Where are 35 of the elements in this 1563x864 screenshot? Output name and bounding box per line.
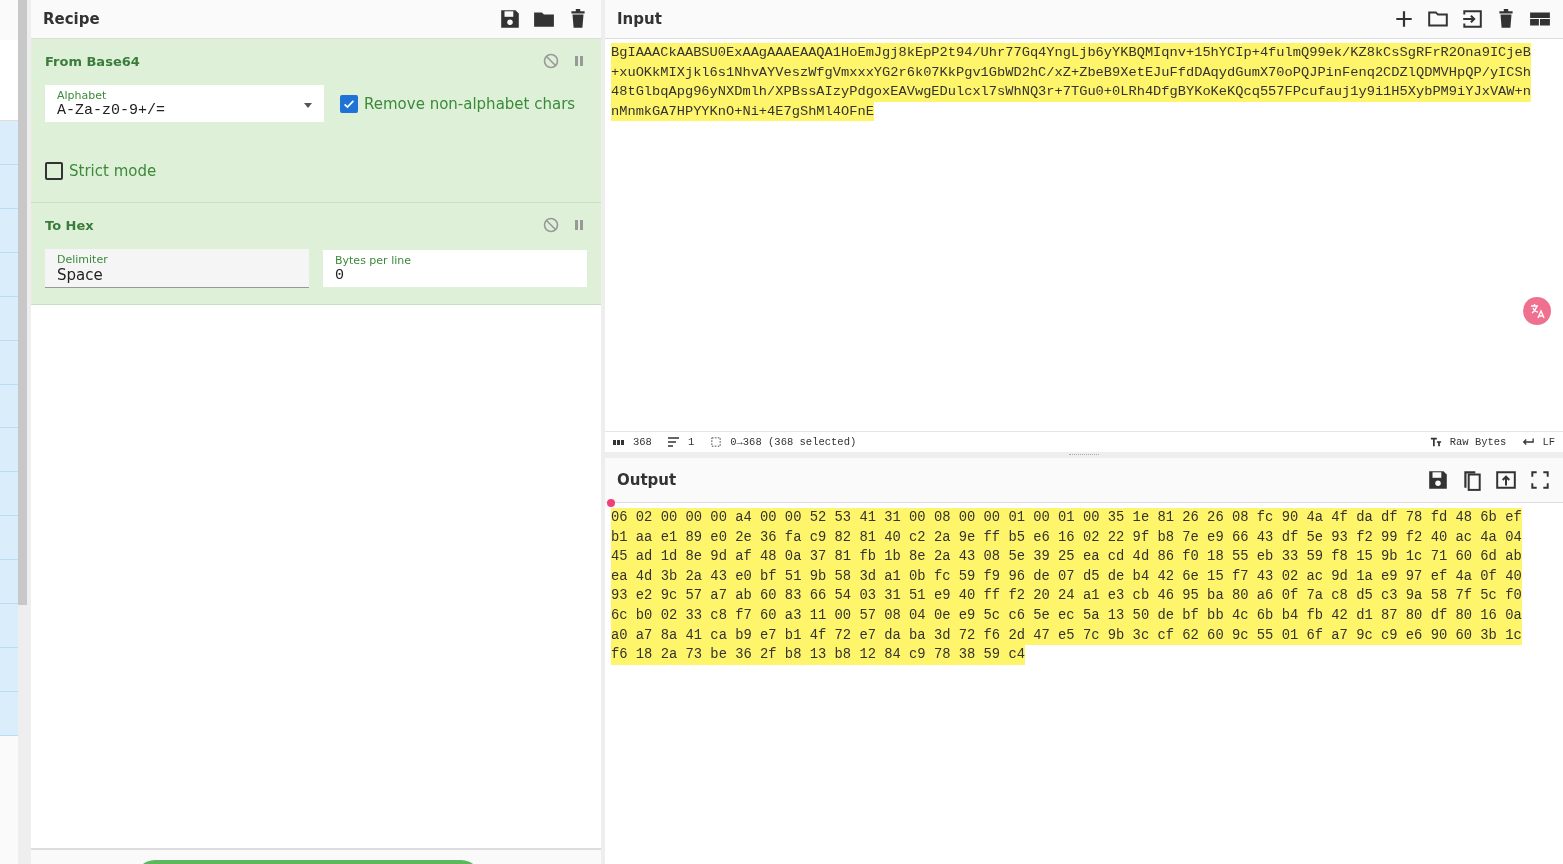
checkbox-label: Remove non-alphabet chars: [364, 94, 576, 113]
folder-icon[interactable]: [1427, 8, 1449, 30]
add-icon[interactable]: [1393, 8, 1415, 30]
scrollbar[interactable]: [18, 0, 27, 605]
import-icon[interactable]: [1461, 8, 1483, 30]
length-icon: [613, 439, 625, 445]
operation-title: From Base64: [45, 53, 140, 69]
copy-icon[interactable]: [1461, 469, 1483, 491]
operation-title: To Hex: [45, 217, 94, 233]
recipe-title: Recipe: [43, 10, 100, 28]
selection-icon: [710, 437, 723, 447]
checkbox-label: Strict mode: [69, 162, 157, 180]
encoding-label[interactable]: Raw Bytes: [1449, 436, 1507, 448]
output-text: 06 02 00 00 00 a4 00 00 52 53 41 31 00 08 00 00 01 00 01 00 35 1e 81 26 26 08 fc 90 4a 4f da df 78 fd 48 6b ef b1 aa e1 89 e0 2e 36 fa c9 82 81 40 c2 2a 9e ff b5 e6 16 02 22 9f b8 7e e9 66 43 df 5e 93 f2 99 f2 40 ac 4a 04 45 ad 1d 8e 9d af 48 0a 37 81 fb 1b 8e 2a 43 08 5e 39 25 ea cd 4d 86 f0 18 55 eb 33 59 f8 15 9b 1c 71 60 6d ab ea 4d 3b 2a 43 e0 bf 51 9b 58 3d a1 0b fc 59 f9 96 de 07 d5 de b4 42 6e 15 f7 43 02 ac 9d 1a e9 97 ef 4a 0f 40 93 e2 9c 57 a7 ab 60 83 66 54 03 31 51 e9 40 ff f2 20 24 a1 e3 cb 46 95 ba 80 a6 0f 7a c8 d5 c3 9a 58 7f 5c f0 6c b0 02 33 c8 f7 60 a3 11 00 57 08 04 0e e9 5c c6 5e ec 5a 13 50 de bf bb 4c 6b b4 fb 42 d1 87 80 df 80 16 0a a0 a7 8a 41 ca b9 e7 b1 4f 72 e7 da ba 3d 72 f6 2d 47 e5 7c 9b 3c cf 62 60 9c 55 01 6f a7 9c c9 e6 90 60 3b 1c f6 18 2a 73 be 36 2f b8 13 b8 12 84 c9 78 38 59 c4: [611, 508, 1523, 665]
output-title: Output: [617, 471, 677, 489]
alphabet-select[interactable]: Alphabet A-Za-z0-9+/=: [45, 85, 324, 122]
number-field[interactable]: Bytes per line 0: [323, 250, 587, 287]
lines-icon: [667, 437, 680, 447]
checkbox[interactable]: [340, 94, 358, 113]
delimiter-field[interactable]: Delimiter Space: [45, 249, 309, 288]
line-count: 1: [687, 436, 695, 448]
length-count: 368: [633, 436, 652, 448]
font-icon: [1429, 437, 1442, 447]
input-title: Input: [617, 10, 662, 28]
checkbox[interactable]: [45, 162, 63, 180]
selection-range: 0→368 (368 selected): [730, 436, 857, 448]
save-icon[interactable]: [1427, 469, 1449, 491]
translate-icon[interactable]: [1523, 297, 1551, 325]
input-text[interactable]: BgIAAACkAABSU0ExAAgAAAEAAQA1HoEmJgj8kEpP2t94/Uhr77Gq4YngLjb6yYKBQMIqnv+15hYCIp+4fulmQ99ek/KZ8kCsSgRFrR2Ona9ICjeB +xuOKkMIXjkl6s1NhvAYVeszWfgVmxxxYG2r6k07KkPgv1GbWD2hC/xZ+ZbeB9XetEJuFfdDAqydGumX70oPQJPinFenq2CDZlQDMVHpQP/yICSh 48tGlbqApg96yNXDmlh/XPBssAIzyPdgoxEAVwgEDulcxl7sWhNQ3r+7TGu0+0LRh4DfgBYKoKeKQcq557FPcufauj1y9i1H5XybPM9iYJxVAW+n nMnmkGA7HPYYKnO+Ni+4E7gShMl4OFnE: [611, 43, 1557, 122]
fullscreen-icon[interactable]: [1529, 469, 1551, 491]
return-icon: [1522, 437, 1535, 447]
marker-dot: [607, 499, 615, 507]
save-icon[interactable]: [499, 8, 521, 30]
eol-label[interactable]: LF: [1542, 436, 1555, 448]
replace-input-icon[interactable]: [1495, 469, 1517, 491]
